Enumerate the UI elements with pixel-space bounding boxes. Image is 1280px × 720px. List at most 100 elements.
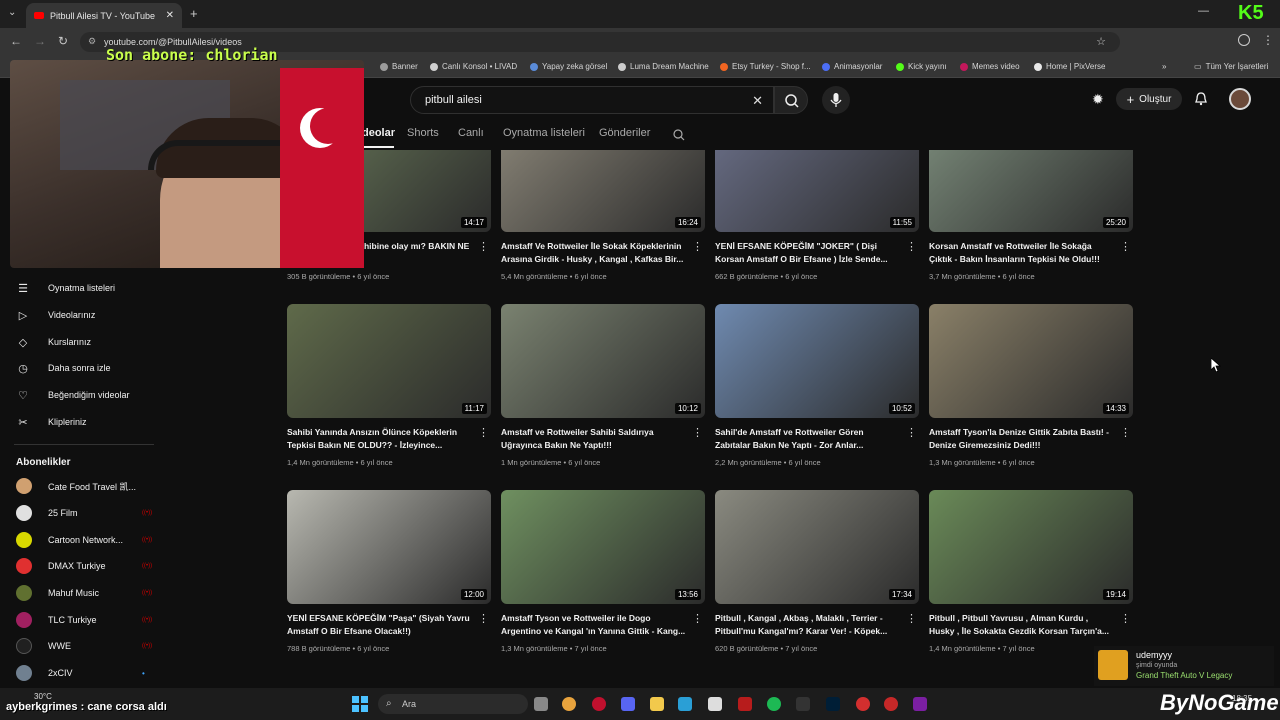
video-title[interactable]: Amstaff Tyson'la Denize Gittik Zabıta Ba… [929, 426, 1115, 452]
video-title[interactable]: Pitbull , Pitbull Yavrusu , Alman Kurdu … [929, 612, 1115, 638]
video-title[interactable]: Sahil'de Amstaff ve Rottweiler Gören Zab… [715, 426, 901, 452]
video-thumbnail[interactable]: 19:14 [929, 490, 1133, 604]
video-thumbnail[interactable]: 12:00 [287, 490, 491, 604]
sidebar-subscription[interactable]: Cate Food Travel 凯... [16, 474, 156, 498]
more-options-icon[interactable]: ⋮ [906, 612, 917, 625]
bookmark-item[interactable]: Banner [380, 62, 418, 71]
new-tab-icon[interactable]: + [190, 6, 198, 21]
video-title[interactable]: YENİ EFSANE KÖPEĞİM "Paşa" (Siyah Yavru … [287, 612, 473, 638]
sidebar-subscription[interactable]: 25 Film ((•)) [16, 501, 156, 525]
chrome-icon[interactable] [562, 697, 576, 711]
app-icon[interactable] [913, 697, 927, 711]
tab-playlists[interactable]: Oynatma listeleri [503, 127, 585, 139]
bookmark-item[interactable]: Luma Dream Machine [618, 62, 709, 71]
sidebar-item-watch-later[interactable]: ◷ Daha sonra izle [16, 356, 156, 380]
bookmark-item[interactable]: Home | PixVerse [1034, 62, 1105, 71]
video-thumbnail[interactable]: 13:56 [501, 490, 705, 604]
spotify-icon[interactable] [767, 697, 781, 711]
site-info-icon[interactable]: ⚙ [88, 36, 96, 47]
bookmark-item[interactable]: Kick yayını [896, 62, 947, 71]
bookmark-item[interactable]: Canlı Konsol • LIVAD [430, 62, 517, 71]
sidebar-item-playlists[interactable]: ☰ Oynatma listeleri [16, 276, 156, 300]
sidebar-item-clips[interactable]: ✂ Klipleriniz [16, 410, 156, 434]
video-title[interactable]: Pitbull , Kangal , Akbaş , Malaklı , Ter… [715, 612, 901, 638]
video-thumbnail[interactable]: 14:33 [929, 304, 1133, 418]
bookmark-star-icon[interactable]: ☆ [1096, 35, 1106, 48]
discord-icon[interactable] [621, 697, 635, 711]
sidebar-subscription[interactable]: TLC Turkiye ((•)) [16, 608, 156, 632]
more-options-icon[interactable]: ⋮ [478, 240, 489, 253]
weather-temperature[interactable]: 30°C [34, 692, 52, 701]
more-options-icon[interactable]: ⋮ [1120, 426, 1131, 439]
more-options-icon[interactable]: ⋮ [1120, 240, 1131, 253]
sidebar-subscription[interactable]: DMAX Turkiye ((•)) [16, 554, 156, 578]
menu-icon[interactable]: ⋮ [1262, 33, 1274, 47]
channel-search-icon[interactable] [672, 128, 686, 142]
bookmark-item[interactable]: Yapay zeka görsel [530, 62, 607, 71]
forward-icon[interactable]: → [34, 34, 46, 48]
task-view-icon[interactable] [534, 697, 548, 711]
video-title[interactable]: Amstaff Tyson ve Rottweiler ile Dogo Arg… [501, 612, 687, 638]
tab-videos[interactable]: deolar [362, 127, 395, 139]
clear-search-icon[interactable]: ✕ [752, 93, 763, 109]
obs-icon[interactable] [708, 697, 722, 711]
search-button[interactable] [774, 86, 808, 114]
video-thumbnail[interactable]: 10:52 [715, 304, 919, 418]
file-explorer-icon[interactable] [650, 697, 664, 711]
telegram-icon[interactable] [678, 697, 692, 711]
more-bookmarks-icon[interactable]: » [1162, 62, 1166, 71]
video-title[interactable]: Amstaff Ve Rottweiler İle Sokak Köpekler… [501, 240, 687, 266]
more-options-icon[interactable]: ⋮ [692, 612, 703, 625]
video-title[interactable]: Amstaff ve Rottweiler Sahibi Saldırıya U… [501, 426, 687, 452]
tab-live[interactable]: Canlı [458, 127, 484, 139]
app-icon[interactable] [884, 697, 898, 711]
more-options-icon[interactable]: ⋮ [692, 426, 703, 439]
minimize-icon[interactable]: — [1198, 5, 1209, 17]
avatar[interactable] [1229, 88, 1251, 110]
browser-tab[interactable]: Pitbull Ailesi TV - YouTube ✕ [26, 3, 182, 28]
tab-shorts[interactable]: Shorts [407, 127, 439, 139]
close-tab-icon[interactable]: ✕ [166, 10, 174, 21]
create-button[interactable]: + Oluştur [1116, 88, 1182, 110]
notifications-bell-icon[interactable] [1193, 91, 1209, 107]
voice-search-button[interactable] [822, 86, 850, 114]
bookmark-item[interactable]: Etsy Turkey - Shop f... [720, 62, 811, 71]
video-title[interactable]: YENİ EFSANE KÖPEĞİM "JOKER" ( Dişi Korsa… [715, 240, 901, 266]
bookmark-item[interactable]: Animasyonlar [822, 62, 882, 71]
voicemeeter-icon[interactable] [738, 697, 752, 711]
opera-icon[interactable] [592, 697, 606, 711]
sidebar-subscription[interactable]: WWE ((•)) [16, 634, 156, 658]
windows-start-icon[interactable] [352, 696, 368, 712]
sidebar-subscription[interactable]: Mahuf Music ((•)) [16, 581, 156, 605]
more-options-icon[interactable]: ⋮ [906, 426, 917, 439]
all-bookmarks-folder[interactable]: ▭ Tüm Yer İşaretleri [1194, 62, 1268, 71]
taskbar-search[interactable]: ⌕ Ara [378, 694, 528, 714]
sidebar-item-courses[interactable]: ◇ Kurslarınız [16, 330, 156, 354]
video-thumbnail[interactable]: 10:12 [501, 304, 705, 418]
video-title[interactable]: Korsan Amstaff ve Rottweiler İle Sokağa … [929, 240, 1115, 266]
video-thumbnail[interactable]: 11:17 [287, 304, 491, 418]
app-icon[interactable] [856, 697, 870, 711]
more-options-icon[interactable]: ⋮ [906, 240, 917, 253]
sidebar-subscription[interactable]: 2xCIV • [16, 661, 156, 685]
more-options-icon[interactable]: ⋮ [478, 612, 489, 625]
subscriber-alert: Son abone: chlorian [106, 46, 278, 64]
video-thumbnail[interactable]: 17:34 [715, 490, 919, 604]
search-input[interactable]: pitbull ailesi ✕ [410, 86, 774, 114]
profile-icon[interactable] [1238, 34, 1250, 46]
reload-icon[interactable]: ↻ [58, 34, 68, 48]
tab-posts[interactable]: Gönderiler [599, 127, 650, 139]
studio-gear-icon[interactable]: ✹ [1092, 91, 1104, 108]
epic-games-icon[interactable] [796, 697, 810, 711]
sidebar-item-your-videos[interactable]: ▷ Videolarınız [16, 303, 156, 327]
more-options-icon[interactable]: ⋮ [478, 426, 489, 439]
sidebar-item-liked-videos[interactable]: ♡ Beğendiğim videolar [16, 383, 156, 407]
sidebar-subscription[interactable]: Cartoon Network... ((•)) [16, 528, 156, 552]
more-options-icon[interactable]: ⋮ [692, 240, 703, 253]
bookmark-item[interactable]: Memes video [960, 62, 1020, 71]
tab-search-icon[interactable]: ⌄ [8, 7, 16, 18]
back-icon[interactable]: ← [10, 34, 22, 48]
photoshop-icon[interactable] [826, 697, 840, 711]
video-title[interactable]: Sahibi Yanında Ansızın Ölünce Köpeklerin… [287, 426, 473, 452]
more-options-icon[interactable]: ⋮ [1120, 612, 1131, 625]
